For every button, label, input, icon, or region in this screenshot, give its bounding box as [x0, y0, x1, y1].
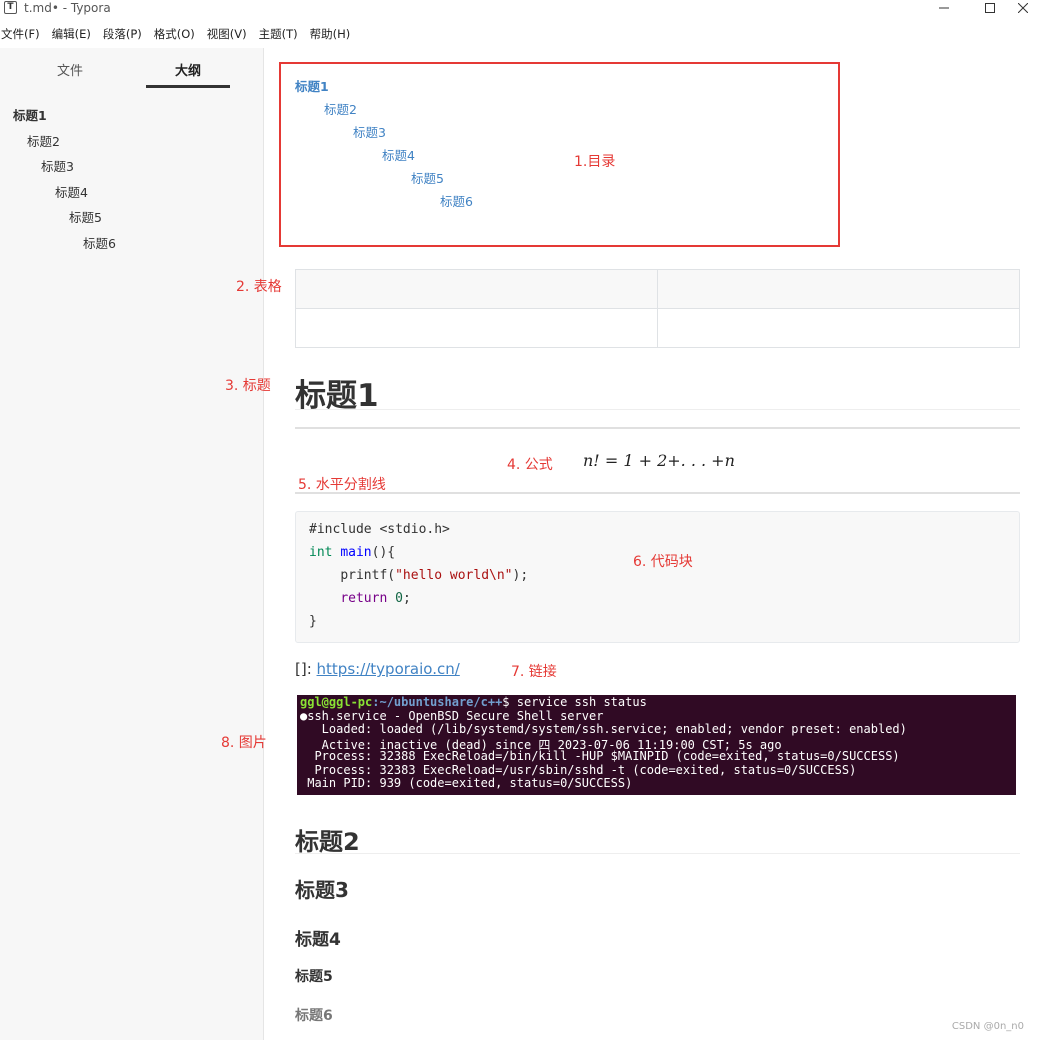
code-keyword: return	[340, 591, 388, 606]
annotation-hr: 5. 水平分割线	[298, 477, 386, 493]
code-keyword: int	[309, 545, 333, 560]
app-logo: T	[4, 1, 17, 14]
watermark: CSDN @0n_n0	[951, 1021, 1024, 1032]
menu-view[interactable]: 视图(V)	[206, 24, 247, 44]
code-number: 0	[395, 591, 403, 606]
annotation-formula: 4. 公式	[507, 457, 553, 473]
table-cell[interactable]	[295, 308, 658, 348]
toc-link-h6[interactable]: 标题6	[440, 191, 473, 210]
menu-file[interactable]: 文件(F)	[0, 24, 40, 44]
annotation-image: 8. 图片	[221, 735, 267, 751]
heading-2-underline	[295, 853, 1020, 854]
maximize-icon	[985, 3, 995, 13]
terminal-path: :~/ubuntushare/c++	[372, 695, 503, 709]
outline-item-h3[interactable]: 标题3	[41, 156, 74, 175]
toc-link-h5[interactable]: 标题5	[411, 168, 444, 187]
code-line-4: return 0;	[309, 591, 411, 606]
code-line-2: int main(){	[309, 545, 395, 560]
menu-format[interactable]: 格式(O)	[153, 24, 195, 44]
title-bar: T t.md• - Typora	[0, 0, 1038, 18]
terminal-prompt: ggl@ggl-pc:~/ubuntushare/c++$ service ss…	[300, 695, 647, 709]
code-function: main	[340, 545, 372, 560]
heading-4[interactable]: 标题4	[295, 925, 341, 950]
code-punct: );	[512, 568, 529, 583]
tab-outline[interactable]: 大纲	[175, 60, 201, 79]
math-formula[interactable]: n! = 1 + 2+. . . +n	[583, 451, 735, 470]
horizontal-rule-2	[295, 492, 1020, 494]
horizontal-rule	[295, 427, 1020, 429]
toc-link-h3[interactable]: 标题3	[353, 122, 386, 141]
menu-help[interactable]: 帮助(H)	[309, 24, 351, 44]
toc-link-h1[interactable]: 标题1	[295, 76, 329, 95]
close-icon	[1018, 3, 1028, 13]
terminal-line: Process: 32388 ExecReload=/bin/kill -HUP…	[300, 749, 900, 763]
outline-item-h1[interactable]: 标题1	[13, 105, 47, 124]
annotation-heading: 3. 标题	[225, 378, 271, 394]
code-punct: }	[309, 614, 317, 629]
tab-files[interactable]: 文件	[57, 60, 83, 79]
heading-5[interactable]: 标题5	[295, 966, 333, 986]
annotation-toc: 1.目录	[574, 154, 616, 170]
code-line-5: }	[309, 614, 317, 629]
heading-2[interactable]: 标题2	[295, 822, 360, 857]
window-title: t.md• - Typora	[24, 1, 111, 15]
menu-theme[interactable]: 主题(T)	[258, 24, 298, 44]
markdown-table[interactable]	[295, 269, 1020, 348]
terminal-line: Main PID: 939 (code=exited, status=0/SUC…	[300, 776, 633, 790]
terminal-line: ●ssh.service - OpenBSD Secure Shell serv…	[300, 709, 604, 723]
toc-highlight-box	[279, 62, 840, 247]
annotation-code: 6. 代码块	[633, 554, 693, 570]
code-line-3: printf("hello world\n");	[309, 568, 528, 583]
annotation-table: 2. 表格	[236, 279, 282, 295]
active-tab-indicator	[146, 85, 230, 88]
table-row	[295, 308, 1020, 348]
outline-item-h5[interactable]: 标题5	[69, 207, 102, 226]
sidebar-tabs: 文件 大纲	[0, 48, 263, 90]
link-line: []: https://typoraio.cn/	[295, 660, 460, 678]
toc-link-h4[interactable]: 标题4	[382, 145, 415, 164]
terminal-command: $ service ssh status	[502, 695, 647, 709]
terminal-screenshot-image[interactable]: ggl@ggl-pc:~/ubuntushare/c++$ service ss…	[297, 695, 1016, 795]
heading-1-underline	[295, 409, 1020, 410]
table-cell[interactable]	[657, 269, 1020, 309]
heading-3[interactable]: 标题3	[295, 874, 349, 903]
menu-edit[interactable]: 编辑(E)	[51, 24, 91, 44]
heading-6[interactable]: 标题6	[295, 1005, 333, 1025]
outline-item-h2[interactable]: 标题2	[27, 131, 60, 150]
minimize-icon	[939, 7, 949, 9]
outline-item-h4[interactable]: 标题4	[55, 182, 88, 201]
table-cell[interactable]	[657, 308, 1020, 348]
code-string: "hello world\n"	[395, 568, 513, 583]
terminal-user: ggl@ggl-pc	[300, 695, 373, 709]
outline-item-h6[interactable]: 标题6	[83, 233, 116, 252]
code-punct: (){	[371, 545, 396, 560]
link-label: []:	[295, 660, 317, 678]
close-button[interactable]	[1008, 0, 1038, 16]
toc-link-h2[interactable]: 标题2	[324, 99, 357, 118]
terminal-line: Process: 32383 ExecReload=/usr/sbin/sshd…	[300, 763, 857, 777]
annotation-link: 7. 链接	[511, 664, 557, 680]
sidebar: 文件 大纲 标题1 标题2 标题3 标题4 标题5 标题6	[0, 48, 264, 1040]
code-block[interactable]: #include <stdio.h> int main(){ printf("h…	[295, 511, 1020, 643]
minimize-button[interactable]	[924, 0, 964, 16]
table-cell[interactable]	[295, 269, 658, 309]
menu-paragraph[interactable]: 段落(P)	[102, 24, 142, 44]
code-line-1: #include <stdio.h>	[309, 522, 450, 537]
code-include: #include <stdio.h>	[309, 522, 450, 537]
terminal-line: Loaded: loaded (/lib/systemd/system/ssh.…	[300, 722, 907, 736]
maximize-button[interactable]	[970, 0, 1010, 16]
menu-bar: 文件(F) 编辑(E) 段落(P) 格式(O) 视图(V) 主题(T) 帮助(H…	[0, 24, 361, 44]
code-call: printf(	[340, 568, 396, 583]
link-url[interactable]: https://typoraio.cn/	[317, 660, 460, 678]
code-punct: ;	[402, 591, 411, 606]
table-header-row	[295, 269, 1020, 309]
